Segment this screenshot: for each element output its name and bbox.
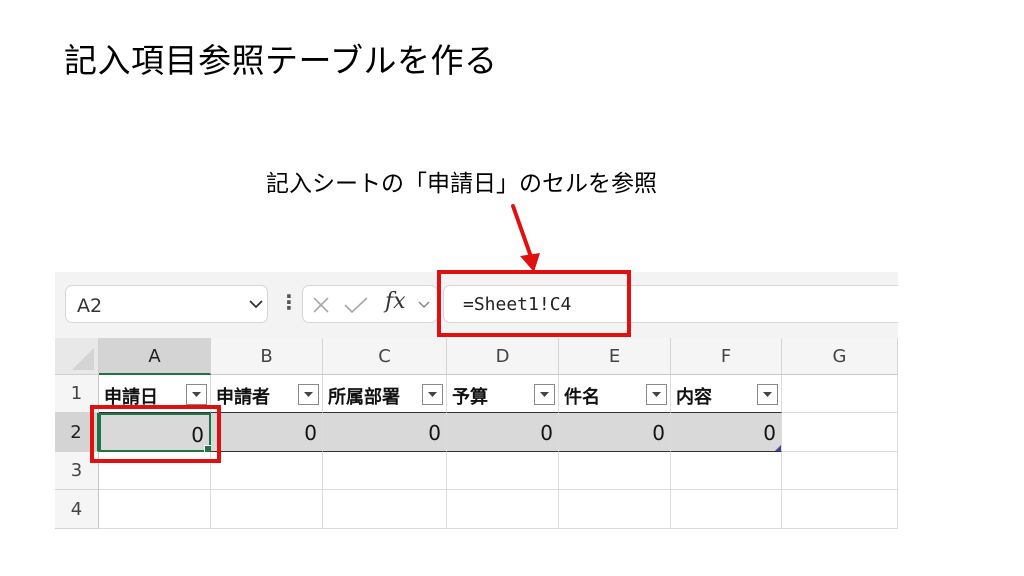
grid-cell[interactable] xyxy=(447,490,559,529)
column-header-b[interactable]: B xyxy=(211,338,323,375)
filter-dropdown-button[interactable] xyxy=(757,384,778,405)
grid-cell[interactable] xyxy=(559,490,671,529)
table-cell[interactable]: 0 xyxy=(671,413,782,452)
more-options-icon[interactable]: ⋮ xyxy=(279,292,299,312)
grid-cell[interactable] xyxy=(671,452,782,490)
name-box[interactable]: A2 xyxy=(65,285,268,323)
table-cell[interactable]: 0 xyxy=(447,413,559,452)
table-cell[interactable]: 0 xyxy=(211,413,323,452)
column-header-f[interactable]: F xyxy=(671,338,782,375)
column-header-g[interactable]: G xyxy=(782,338,898,375)
column-header-a[interactable]: A xyxy=(99,338,211,375)
filter-arrow-icon xyxy=(428,392,437,397)
grid-cell[interactable] xyxy=(211,490,323,529)
grid-cell[interactable] xyxy=(671,490,782,529)
check-icon[interactable] xyxy=(343,295,369,315)
name-box-value: A2 xyxy=(77,295,103,317)
filter-arrow-icon xyxy=(540,392,549,397)
table-header-cell[interactable]: 所属部署 xyxy=(323,375,447,413)
grid-cell[interactable] xyxy=(211,452,323,490)
table-header-label: 所属部署 xyxy=(328,387,400,408)
cell-value: 0 xyxy=(304,421,317,445)
formula-highlight-box xyxy=(437,270,631,337)
chevron-down-icon[interactable] xyxy=(417,298,431,312)
table-header-cell[interactable]: 内容 xyxy=(671,375,782,413)
table-cell[interactable]: 0 xyxy=(559,413,671,452)
select-all-button[interactable] xyxy=(55,338,99,375)
grid-cell[interactable] xyxy=(447,452,559,490)
grid-cell[interactable] xyxy=(99,490,211,529)
table-header-label: 申請者 xyxy=(216,387,270,408)
grid-cell[interactable] xyxy=(782,452,898,490)
filter-dropdown-button[interactable] xyxy=(646,384,667,405)
slide-title: 記入項目参照テーブルを作る xyxy=(64,41,498,80)
filter-arrow-icon xyxy=(192,392,201,397)
filter-dropdown-button[interactable] xyxy=(534,384,555,405)
formula-controls: fx xyxy=(302,285,438,323)
table-cell[interactable]: 0 xyxy=(323,413,447,452)
filter-dropdown-button[interactable] xyxy=(186,384,207,405)
filter-arrow-icon xyxy=(763,392,772,397)
filter-dropdown-button[interactable] xyxy=(422,384,443,405)
row-header-4[interactable]: 4 xyxy=(55,490,99,529)
column-header-d[interactable]: D xyxy=(447,338,559,375)
table-header-cell[interactable]: 申請者 xyxy=(211,375,323,413)
table-header-cell[interactable]: 予算 xyxy=(447,375,559,413)
insert-function-icon[interactable]: fx xyxy=(385,289,406,314)
chevron-down-icon[interactable] xyxy=(248,296,264,312)
table-resize-handle[interactable] xyxy=(775,445,781,451)
filter-dropdown-button[interactable] xyxy=(298,384,319,405)
grid-cell[interactable] xyxy=(323,452,447,490)
table-header-cell[interactable]: 件名 xyxy=(559,375,671,413)
table-header-label: 件名 xyxy=(564,387,600,408)
cell-highlight-box xyxy=(90,405,221,463)
grid-cell[interactable] xyxy=(782,490,898,529)
table-header-label: 内容 xyxy=(676,387,712,408)
filter-arrow-icon xyxy=(652,392,661,397)
cell-value: 0 xyxy=(428,421,441,445)
grid-cell[interactable] xyxy=(323,490,447,529)
cancel-icon[interactable] xyxy=(311,295,331,315)
cell-value: 0 xyxy=(652,421,665,445)
annotation-text: 記入シートの「申請日」のセルを参照 xyxy=(266,171,657,197)
grid-cell[interactable] xyxy=(782,413,898,452)
grid-cell[interactable] xyxy=(782,375,898,413)
grid-cell[interactable] xyxy=(559,452,671,490)
cell-value: 0 xyxy=(540,421,553,445)
table-header-label: 予算 xyxy=(452,387,488,408)
cell-value: 0 xyxy=(763,421,776,445)
red-arrow-icon xyxy=(511,204,540,272)
filter-arrow-icon xyxy=(304,392,313,397)
column-header-e[interactable]: E xyxy=(559,338,671,375)
column-header-c[interactable]: C xyxy=(323,338,447,375)
